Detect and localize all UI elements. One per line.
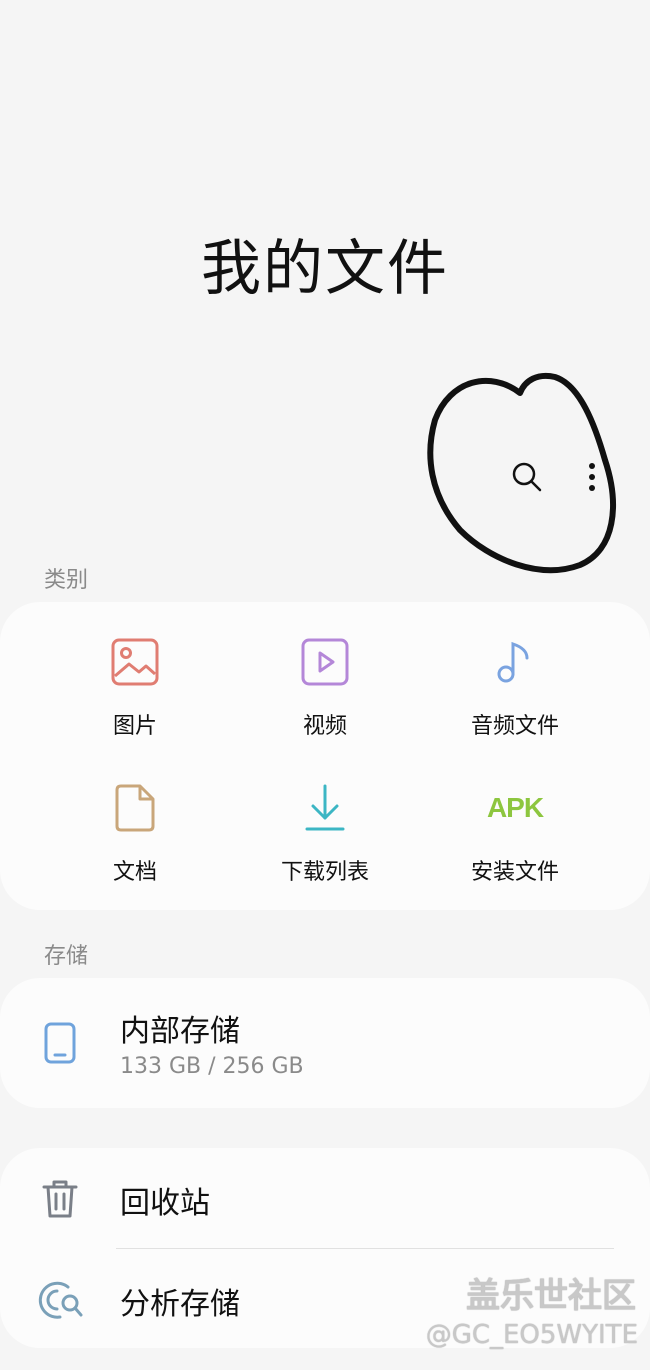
category-label: 视频 [302, 714, 347, 739]
categories-label: 类别 [44, 568, 89, 593]
category-images[interactable]: 图片 [40, 634, 230, 740]
analyze-storage-icon [38, 1281, 83, 1319]
utilities-card: 回收站 分析存储 [0, 1148, 650, 1348]
phone-icon [44, 1022, 76, 1064]
category-installation-files[interactable]: APK 安装文件 [420, 780, 610, 886]
trash-icon [42, 1180, 78, 1218]
search-button[interactable] [505, 455, 549, 499]
watermark-site: 盖乐世社区 [466, 1276, 636, 1316]
recycle-bin-item[interactable]: 回收站 [0, 1148, 650, 1248]
category-videos[interactable]: 视频 [230, 634, 420, 740]
storage-label: 存储 [44, 944, 89, 969]
music-note-icon [497, 641, 529, 683]
more-options-button[interactable] [575, 455, 609, 499]
video-icon [301, 638, 349, 686]
download-icon [305, 784, 345, 831]
recycle-bin-label: 回收站 [120, 1186, 210, 1221]
category-label: 下载列表 [280, 860, 369, 885]
category-label: 安装文件 [470, 860, 559, 885]
internal-storage-item[interactable]: 内部存储 133 GB / 256 GB [0, 978, 650, 1108]
storage-name: 内部存储 [120, 1014, 240, 1049]
watermark-user: @GC_EO5WYITE [425, 1320, 638, 1350]
image-icon [111, 638, 159, 686]
categories-card: 图片 视频 音频文件 文档 下载列表 APK 安装文件 [0, 602, 650, 910]
more-vertical-icon [589, 463, 595, 491]
category-documents[interactable]: 文档 [40, 780, 230, 886]
document-icon [115, 784, 155, 832]
apk-icon: APK [486, 792, 544, 823]
storage-usage: 133 GB / 256 GB [120, 1054, 304, 1079]
analyze-storage-label: 分析存储 [120, 1287, 240, 1322]
category-label: 音频文件 [470, 714, 559, 739]
category-downloads[interactable]: 下载列表 [230, 780, 420, 886]
page-title: 我的文件 [201, 234, 449, 304]
category-label: 图片 [112, 714, 157, 739]
search-icon [512, 462, 542, 492]
category-audio[interactable]: 音频文件 [420, 634, 610, 740]
category-label: 文档 [112, 860, 157, 885]
